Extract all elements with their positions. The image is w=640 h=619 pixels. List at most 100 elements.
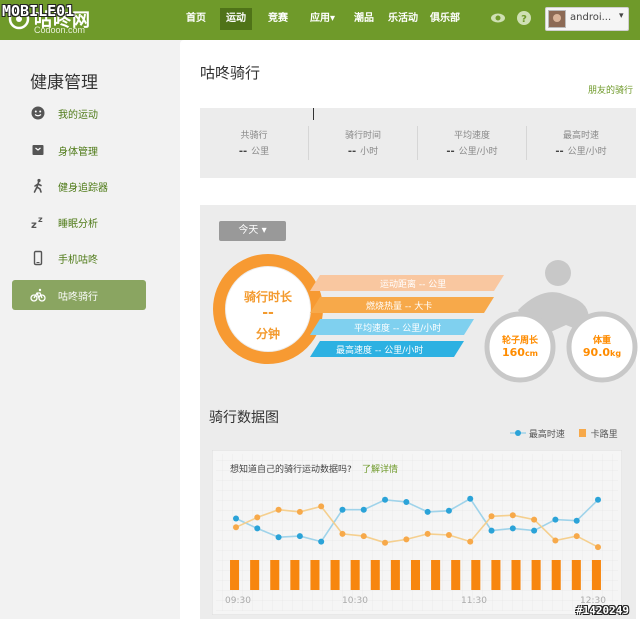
series-point-speed xyxy=(595,496,601,503)
legend-calorie-icon xyxy=(578,429,586,437)
summary-unit: 公里/小时 xyxy=(567,147,607,157)
summary-label: 骑行时间 xyxy=(344,131,381,141)
summary-number: -- xyxy=(347,146,357,157)
watermark-logo: MOBILE01 xyxy=(2,2,75,20)
sidebar-item-my-sport[interactable]: 我的运动 xyxy=(12,98,146,128)
sidebar-item-sleep[interactable]: zz 睡眠分析 xyxy=(12,207,146,237)
summary-avg-speed: 平均速度 -- 公里/小时 xyxy=(418,108,526,178)
bar-unit: 公里/小时 xyxy=(384,346,424,356)
chart-bar xyxy=(370,560,380,590)
cycling-chart: 想知道自己的骑行运动数据吗? 了解详情 09:30 10:30 11:30 12:30 xyxy=(212,450,622,615)
sidebar-item-tracker[interactable]: 健身追踪器 xyxy=(12,171,146,201)
series-point-calorie xyxy=(403,536,410,543)
bar-unit: 公里/小时 xyxy=(402,324,442,334)
series-point-speed xyxy=(531,527,538,534)
summary-value: -- 公里/小时 xyxy=(418,144,526,157)
weight-value: 90.0kg xyxy=(572,346,632,359)
series-point-calorie xyxy=(573,533,580,540)
nav-home[interactable]: 首页 xyxy=(180,8,212,30)
x-tick-label: 09:30 xyxy=(225,596,251,606)
sidebar-item-body[interactable]: 身体管理 xyxy=(12,135,146,165)
series-point-speed xyxy=(360,506,367,513)
summary-unit: 公里/小时 xyxy=(458,147,498,157)
legend-calorie-label: 卡路里 xyxy=(590,430,618,440)
bar-value: -- xyxy=(392,324,400,334)
series-point-speed xyxy=(254,525,261,532)
question-icon[interactable]: ? xyxy=(516,10,532,26)
chart-bar xyxy=(591,560,601,590)
user-menu[interactable]: androi... ▾ xyxy=(545,7,629,31)
sidebar-item-label: 我的运动 xyxy=(58,110,98,121)
chart-bar xyxy=(350,560,360,590)
metric-bar-max-speed: 最高速度 -- 公里/小时 xyxy=(310,341,464,357)
chart-bar xyxy=(491,560,501,590)
series-point-speed xyxy=(233,515,239,522)
bar-text: 平均速度 -- 公里/小时 xyxy=(354,321,441,334)
summary-number: -- xyxy=(238,146,248,157)
chart-bar xyxy=(330,560,340,590)
sidebar-item-phone[interactable]: 手机咕咚 xyxy=(12,243,146,273)
series-point-speed xyxy=(318,538,325,545)
nav-apps[interactable]: 应用▾ xyxy=(304,8,341,30)
chart-bar xyxy=(571,560,581,590)
bar-value: -- xyxy=(404,302,412,312)
smile-icon xyxy=(31,106,45,120)
chart-bar xyxy=(310,560,320,590)
sidebar-title: 健康管理 xyxy=(30,73,98,93)
nav-race[interactable]: 竞赛 xyxy=(262,8,294,30)
svg-text:?: ? xyxy=(521,14,527,25)
series-point-calorie xyxy=(275,506,282,513)
metric-bar-distance: 运动距离 -- 公里 xyxy=(310,275,504,291)
nav-sport[interactable]: 运动 xyxy=(220,8,252,30)
weight-unit: kg xyxy=(610,349,622,358)
phone-icon xyxy=(33,250,43,266)
chart-title: 骑行数据图 xyxy=(209,410,279,426)
summary-value: -- 小时 xyxy=(309,144,417,157)
sidebar-item-label: 健身追踪器 xyxy=(58,183,108,194)
series-point-calorie xyxy=(318,503,325,510)
bar-label: 运动距离 xyxy=(380,280,417,290)
sidebar-item-cycling[interactable]: 咕咚骑行 xyxy=(12,280,146,310)
series-point-calorie xyxy=(382,539,389,546)
text-cursor xyxy=(313,108,314,120)
wheel-label: 轮子周长 xyxy=(501,336,538,346)
nav-events[interactable]: 乐活动 xyxy=(382,8,424,30)
series-point-speed xyxy=(424,508,431,515)
friends-cycling-link[interactable]: 朋友的骑行 xyxy=(588,83,633,96)
nav-clubs[interactable]: 俱乐部 xyxy=(424,8,466,30)
summary-label: 最高时速 xyxy=(562,131,599,141)
watermark-id: #1420249 xyxy=(576,604,629,617)
series-point-speed xyxy=(275,534,282,541)
body-weight: 体重 90.0kg xyxy=(572,333,632,359)
walker-icon xyxy=(33,178,42,193)
chart-legend: 最高时速 卡路里 xyxy=(510,427,618,440)
bar-unit: 公里 xyxy=(428,280,447,290)
series-point-calorie xyxy=(509,512,516,519)
chart-link[interactable]: 了解详情 xyxy=(362,463,398,475)
series-point-speed xyxy=(467,495,474,502)
x-tick-label: 11:30 xyxy=(461,596,487,606)
chart-bar xyxy=(410,560,421,590)
weight-label: 体重 xyxy=(592,336,611,346)
wheel-circumference: 轮子周长 160cm xyxy=(490,333,550,359)
page-title: 咕咚骑行 xyxy=(200,64,261,82)
series-point-speed xyxy=(445,507,452,514)
user-name: androi... xyxy=(570,12,612,23)
series-point-calorie xyxy=(488,513,495,520)
chart-bar xyxy=(230,560,240,590)
nav-products[interactable]: 潮品 xyxy=(348,8,380,30)
chevron-down-icon: ▾ xyxy=(619,11,624,21)
chart-bar xyxy=(551,560,561,590)
x-tick-label: 10:30 xyxy=(342,596,368,606)
bike-icon xyxy=(30,288,46,302)
logo-domain: Codoon.com xyxy=(34,25,86,35)
summary-stats: 共骑行 -- 公里 骑行时间 -- 小时 平均速度 -- 公里/小时 最高时速 -- 公… xyxy=(200,108,636,178)
ring-title: 骑行时长 xyxy=(243,290,292,304)
eye-icon[interactable] xyxy=(490,10,506,26)
day-select-button[interactable]: 今天 ▾ xyxy=(219,221,286,241)
chart-bar xyxy=(531,560,541,590)
series-point-speed xyxy=(573,517,580,524)
wheel-number: 160 xyxy=(501,346,525,359)
sidebar-item-label: 手机咕咚 xyxy=(58,255,98,266)
chart-bar xyxy=(250,560,260,590)
